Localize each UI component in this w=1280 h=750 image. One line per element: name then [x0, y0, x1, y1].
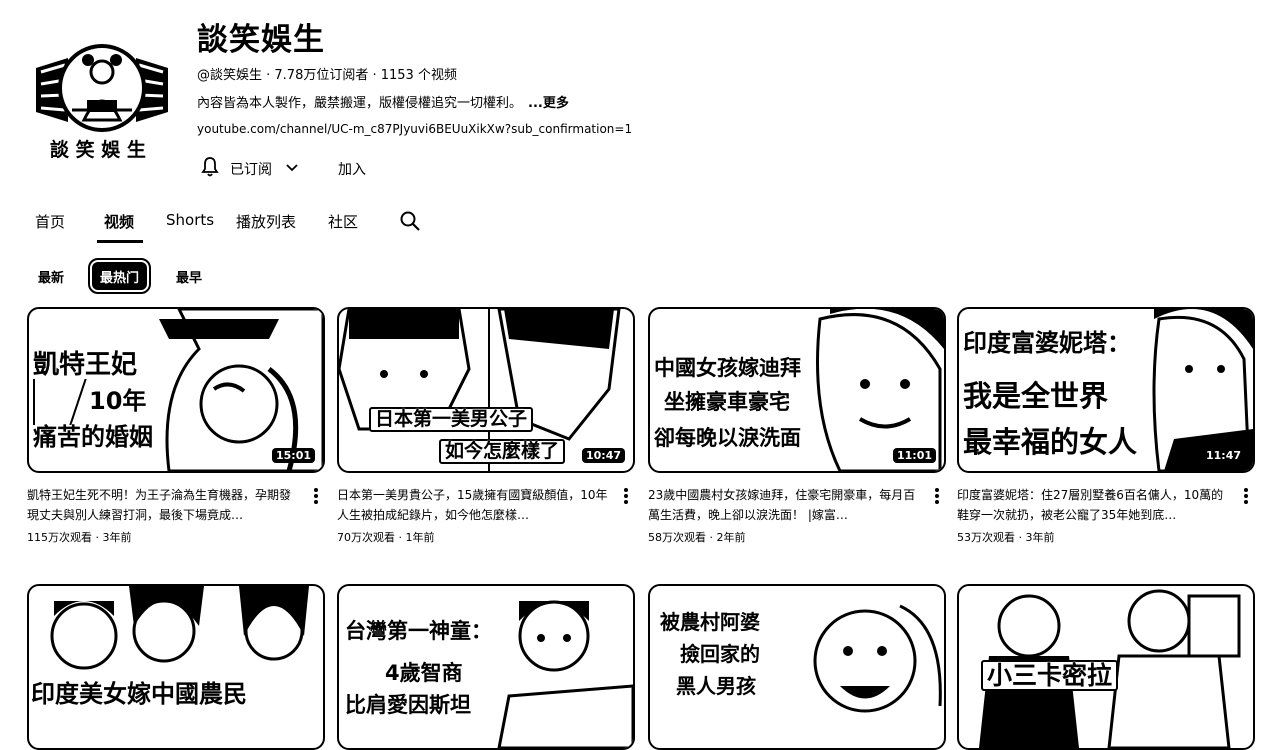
sort-latest-chip[interactable]: 最新 — [38, 262, 64, 290]
thumbnail-text: 我是全世界 — [963, 379, 1109, 413]
thumbnail-text: 凱特王妃 — [33, 350, 138, 380]
sort-oldest-chip[interactable]: 最早 — [176, 262, 202, 290]
tab-shorts[interactable]: Shorts — [166, 211, 214, 229]
video-title[interactable]: 凱特王妃生死不明！为王子淪為生育機器，孕期發現丈夫與別人練習打洞，最後下場竟成… — [27, 485, 299, 525]
search-icon[interactable] — [399, 210, 421, 232]
sort-popular-chip[interactable]: 最热门 — [87, 258, 152, 294]
thumbnail-text: 10年 — [89, 387, 147, 415]
thumbnail-text: 撿回家的 — [680, 642, 760, 666]
thumbnail-text: 卻每晚以淚洗面 — [654, 426, 801, 450]
duration-badge: 11:01 — [892, 448, 936, 463]
thumbnail-text: 日本第一美男公子 — [369, 407, 534, 432]
join-button[interactable]: 加入 — [329, 152, 375, 186]
more-options-icon[interactable] — [309, 487, 323, 505]
thumbnail-text: 最幸福的女人 — [963, 425, 1138, 459]
thumbnail-text: 小三卡密拉 — [981, 660, 1119, 691]
channel-name: 談笑娛生 — [197, 22, 325, 58]
avatar-text: 談 笑 娛 生 — [50, 139, 146, 161]
video-title[interactable]: 日本第一美男貴公子，15歲擁有國寶級顏值，10年人生被拍成紀錄片，如今他怎麼樣… — [337, 485, 609, 525]
channel-meta: @談笑娛生 · 7.78万位订阅者 · 1153 个视频 — [197, 68, 457, 83]
video-thumbnail[interactable]: 印度富婆妮塔： 我是全世界 最幸福的女人 11:47 — [957, 307, 1255, 473]
channel-tabs: 首页 视频 Shorts 播放列表 社区 — [0, 200, 1280, 244]
thumbnail-text: 坐擁豪車豪宅 — [664, 390, 790, 414]
thumbnail-text: 比肩愛因斯坦 — [345, 693, 471, 717]
channel-description[interactable]: 內容皆為本人製作，嚴禁搬運，版權侵權追究一切權利。 ...更多 — [197, 92, 569, 111]
tab-home[interactable]: 首页 — [35, 211, 65, 232]
thumbnail-text: 中國女孩嫁迪拜 — [654, 356, 801, 380]
chevron-down-icon — [284, 159, 300, 179]
video-meta: 53万次观看 · 3年前 — [957, 531, 1055, 544]
video-thumbnail[interactable]: 凱特王妃 10年 痛苦的婚姻 15:01 — [27, 307, 325, 473]
video-thumbnail[interactable]: 小三卡密拉 — [957, 584, 1255, 750]
thumbnail-text: 黑人男孩 — [676, 674, 756, 698]
thumbnail-text: 台灣第一神童： — [345, 619, 492, 643]
video-thumbnail[interactable]: 中國女孩嫁迪拜 坐擁豪車豪宅 卻每晚以淚洗面 11:01 — [648, 307, 946, 473]
tab-playlists[interactable]: 播放列表 — [236, 211, 296, 232]
video-thumbnail[interactable]: 被農村阿婆 撿回家的 黑人男孩 — [648, 584, 946, 750]
more-options-icon[interactable] — [930, 487, 944, 505]
video-thumbnail[interactable]: 印度美女嫁中國農民 — [27, 584, 325, 750]
duration-badge: 10:47 — [581, 448, 625, 463]
thumbnail-text: 印度美女嫁中國農民 — [31, 680, 247, 708]
video-title[interactable]: 印度富婆妮塔：住27層別墅養6百名傭人，10萬的鞋穿一次就扔，被老公寵了35年她… — [957, 485, 1229, 525]
subscribed-label: 已订阅 — [230, 162, 272, 178]
video-thumbnail[interactable]: 日本第一美男公子 如今怎麼樣了 10:47 — [337, 307, 635, 473]
video-title[interactable]: 23歲中國農村女孩嫁迪拜，住豪宅開豪車，每月百萬生活費，晚上卻以淚洗面！ |嫁富… — [648, 485, 920, 525]
tab-videos[interactable]: 视频 — [104, 211, 134, 232]
subscribed-button[interactable]: 已订阅 — [198, 152, 314, 186]
active-tab-indicator — [97, 240, 143, 243]
duration-badge: 15:01 — [271, 448, 315, 463]
tab-community[interactable]: 社区 — [328, 211, 358, 232]
channel-avatar[interactable]: 談 笑 娛 生 — [32, 38, 172, 168]
more-options-icon[interactable] — [619, 487, 633, 505]
video-meta: 115万次观看 · 3年前 — [27, 531, 132, 544]
video-meta: 70万次观看 · 1年前 — [337, 531, 435, 544]
bell-icon — [198, 155, 222, 183]
thumbnail-text: 被農村阿婆 — [660, 610, 760, 634]
description-text: 內容皆為本人製作，嚴禁搬運，版權侵權追究一切權利。 — [197, 96, 523, 111]
channel-link[interactable]: youtube.com/channel/UC-m_c87PJyuvi6BEUuX… — [197, 122, 632, 136]
more-options-icon[interactable] — [1239, 487, 1253, 505]
duration-badge: 11:47 — [1201, 448, 1245, 463]
video-thumbnail[interactable]: 台灣第一神童： 4歲智商 比肩愛因斯坦 — [337, 584, 635, 750]
video-meta: 58万次观看 · 2年前 — [648, 531, 746, 544]
thumbnail-text: 4歲智商 — [385, 661, 463, 685]
thumbnail-text: 如今怎麼樣了 — [439, 439, 566, 464]
thumbnail-text: 痛苦的婚姻 — [33, 423, 153, 451]
thumbnail-text: 印度富婆妮塔： — [963, 329, 1131, 357]
description-more-link[interactable]: ...更多 — [528, 96, 569, 111]
